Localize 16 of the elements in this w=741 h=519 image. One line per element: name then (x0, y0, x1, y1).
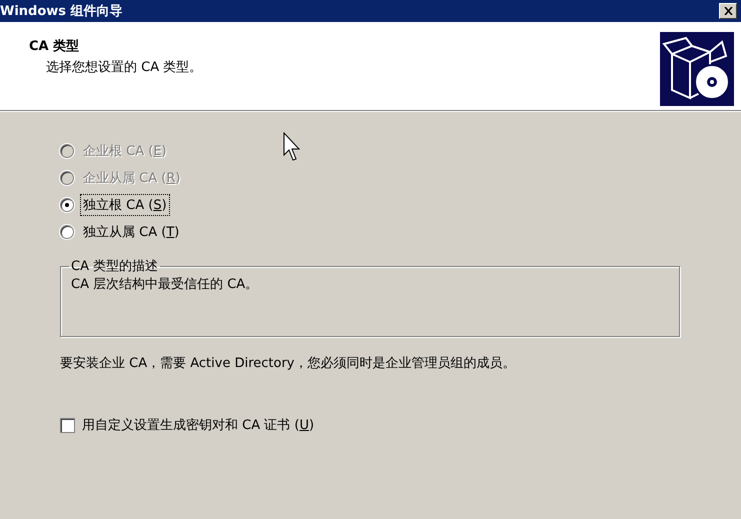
requirement-note: 要安装企业 CA，需要 Active Directory，您必须同时是企业管理员组的成员。 (60, 355, 516, 372)
description-text: CA 层次结构中最受信任的 CA。 (71, 277, 258, 292)
checkbox[interactable] (60, 418, 75, 432)
group-label: CA 类型的描述 (70, 258, 160, 275)
close-button[interactable] (719, 3, 737, 19)
checkbox-label[interactable]: 用自定义设置生成密钥对和 CA 证书 (U) (82, 416, 314, 434)
window-title: Windows 组件向导 (0, 3, 123, 20)
radio-button[interactable] (60, 224, 74, 238)
radio-button[interactable] (60, 198, 74, 212)
software-box-cd-icon (660, 32, 734, 106)
mouse-cursor-icon (283, 132, 303, 162)
page-title: CA 类型 (29, 38, 80, 55)
page-subtitle: 选择您想设置的 CA 类型。 (46, 59, 202, 76)
radio-label[interactable]: 独立从属 CA (T) (80, 220, 182, 242)
radio-label[interactable]: 独立根 CA (S) (80, 194, 170, 216)
close-icon (724, 7, 732, 15)
